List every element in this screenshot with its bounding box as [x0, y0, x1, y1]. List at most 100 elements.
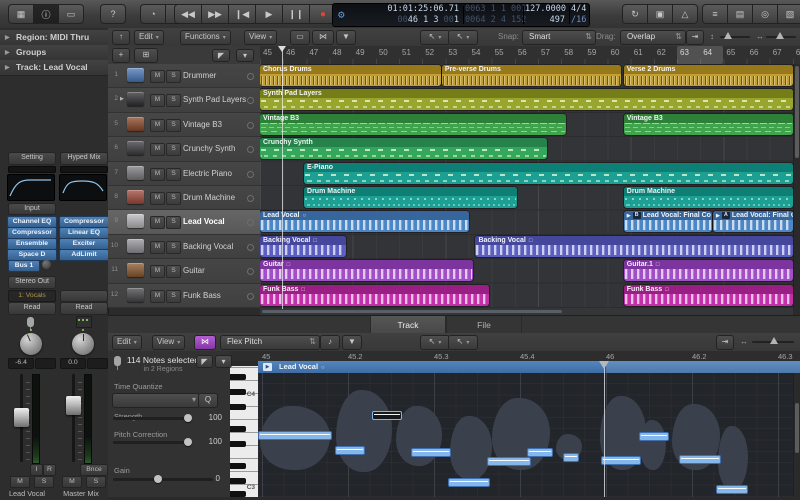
region-disclosure-icon[interactable]: ▶	[263, 363, 272, 371]
freeze-indicator-icon[interactable]	[247, 244, 254, 251]
view-menu[interactable]: View	[244, 30, 277, 45]
track-solo-button[interactable]: S	[166, 216, 181, 229]
add-track-button[interactable]: +	[112, 48, 130, 63]
scrollbar-thumb[interactable]	[795, 403, 799, 453]
input-slot[interactable]: Input	[8, 203, 56, 215]
track-header-crunchy-synth[interactable]: 6MSCrunchy Synth	[108, 137, 260, 161]
input-monitor-button[interactable]: I	[30, 464, 43, 476]
lcd-display[interactable]: ⚙ 01:01:25:06.71 0046 1 3 001 0063 1 1 0…	[332, 3, 590, 27]
freeze-indicator-icon[interactable]	[247, 268, 254, 275]
editor-region-header[interactable]: ▶ Lead Vocal○	[258, 361, 800, 373]
send-bus-button[interactable]: Bus 1	[8, 260, 40, 272]
flex-pitch-note[interactable]	[716, 485, 748, 494]
left-click-tool-menu[interactable]: ↖	[420, 30, 450, 45]
strength-slider-knob[interactable]	[184, 414, 192, 422]
group-slot[interactable]: 1: Vocals	[8, 290, 56, 302]
region-funk-bass[interactable]: Funk Bass□	[260, 285, 489, 306]
track-mute-button[interactable]: M	[150, 241, 165, 254]
flex-pitch-note[interactable]	[258, 431, 332, 440]
region-lead-vocal[interactable]: Lead Vocal○	[260, 211, 469, 232]
freeze-indicator-icon[interactable]	[247, 293, 254, 300]
output-eq-thumbnail[interactable]	[59, 174, 107, 201]
region-lead-vocal-final-co[interactable]: ▶BLead Vocal: Final Co	[624, 211, 712, 232]
track-solo-button[interactable]: S	[166, 168, 181, 181]
flex-pitch-note[interactable]	[487, 457, 531, 466]
gain-slider-knob[interactable]	[154, 475, 162, 483]
editor-zoom-thumb[interactable]	[770, 337, 778, 344]
track-mute-button[interactable]: M	[150, 192, 165, 205]
flex-mode-dropdown[interactable]: Flex Pitch⇅	[220, 335, 320, 350]
volume-fader[interactable]	[14, 408, 29, 427]
output-setting-button[interactable]: Hyped Mix	[60, 152, 108, 165]
tab-file[interactable]: File	[446, 316, 522, 334]
smart-controls-button[interactable]: ◔	[140, 4, 166, 24]
editor-command-click-tool-menu[interactable]: ↖	[448, 335, 478, 350]
quick-help-button[interactable]: ?	[100, 4, 126, 24]
output-automation-mode-button[interactable]: Read	[60, 302, 108, 315]
editor-vertical-scrollbar[interactable]	[793, 373, 800, 497]
scrollbar-thumb[interactable]	[262, 310, 562, 313]
rewind-button[interactable]: ◀◀	[174, 4, 202, 24]
black-key[interactable]	[230, 463, 246, 469]
freeze-indicator-icon[interactable]	[247, 97, 254, 104]
flex-pitch-note[interactable]	[639, 432, 669, 441]
browsers-button[interactable]: ▧	[778, 4, 800, 24]
record-enable-button[interactable]: R	[43, 464, 56, 476]
track-header-vintage-b3[interactable]: 5MSVintage B3	[108, 113, 260, 137]
track-mute-button[interactable]: M	[150, 143, 165, 156]
region-guitar-1[interactable]: Guitar.1□	[624, 260, 793, 281]
flex-pitch-note[interactable]	[679, 455, 721, 464]
edit-menu[interactable]: Edit	[134, 30, 164, 45]
track-solo-button[interactable]: S	[166, 119, 181, 132]
flex-button[interactable]: ⋈	[312, 30, 334, 45]
track-solo-button[interactable]: S	[166, 70, 181, 83]
track-lanes[interactable]: Chorus DrumsPre-verse DrumsVerse 2 Drums…	[260, 64, 793, 308]
editor-local-hide-button[interactable]: ▾	[215, 355, 232, 368]
track-solo-button[interactable]: S	[166, 265, 181, 278]
playhead[interactable]	[282, 46, 283, 309]
region-vintage-b3[interactable]: Vintage B3	[624, 114, 793, 135]
editor-left-click-tool-menu[interactable]: ↖	[420, 335, 450, 350]
forward-button[interactable]: ▶▶	[202, 4, 229, 24]
catch-playhead-button[interactable]: ⇥	[686, 30, 704, 45]
editor-filter-button[interactable]: ▼	[342, 335, 362, 350]
eq-thumbnail[interactable]	[7, 174, 55, 201]
track-mute-button[interactable]: M	[150, 290, 165, 303]
mute-button[interactable]: M	[10, 476, 30, 488]
track-solo-button[interactable]: S	[166, 241, 181, 254]
region-inspector-header[interactable]: Region: MIDI Thru	[0, 30, 108, 46]
track-mute-button[interactable]: M	[150, 265, 165, 278]
marquee-tool-button[interactable]: ▭	[290, 30, 310, 45]
scroll-to-selection-button[interactable]: ↑	[112, 30, 130, 45]
region-drum-machine[interactable]: Drum Machine	[624, 187, 793, 208]
track-solo-button[interactable]: S	[166, 143, 181, 156]
black-key[interactable]	[230, 374, 246, 380]
freeze-indicator-icon[interactable]	[247, 219, 254, 226]
track-header-synth-pad-layers[interactable]: 2▶MSSynth Pad Layers	[108, 88, 260, 112]
editor-local-menu-button[interactable]: ◤	[196, 355, 213, 368]
library-button[interactable]: ▦	[8, 4, 34, 24]
track-mute-button[interactable]: M	[150, 94, 165, 107]
q-apply-button[interactable]: Q	[198, 393, 218, 408]
region-crunchy-synth[interactable]: Crunchy Synth	[260, 138, 547, 159]
track-solo-button[interactable]: S	[166, 94, 181, 107]
autopunch-button[interactable]: ▣	[648, 4, 673, 24]
editor-catch-playhead-button[interactable]: ⇥	[716, 335, 734, 350]
tab-track[interactable]: Track	[370, 316, 446, 334]
freeze-indicator-icon[interactable]	[247, 146, 254, 153]
lcd-settings-gear-icon[interactable]: ⚙	[338, 8, 345, 21]
strength-slider[interactable]	[113, 417, 191, 420]
track-header-electric-piano[interactable]: 7MSElectric Piano	[108, 162, 260, 186]
track-header-backing-vocal[interactable]: 10MSBacking Vocal	[108, 235, 260, 259]
track-hide-button[interactable]: ▾	[236, 49, 254, 62]
editor-playhead-marker[interactable]	[599, 361, 609, 369]
tracks-horizontal-scrollbar[interactable]	[260, 308, 793, 315]
flex-pitch-note[interactable]	[372, 411, 402, 420]
bar-ruler[interactable]: 4546474849505152535455565758596061626364…	[260, 46, 800, 65]
track-filter-button[interactable]: ▼	[336, 30, 356, 45]
track-header-funk-bass[interactable]: 12MSFunk Bass	[108, 284, 260, 308]
track-mute-button[interactable]: M	[150, 216, 165, 229]
vertical-zoom-thumb[interactable]	[724, 32, 732, 39]
black-key[interactable]	[230, 404, 246, 410]
send-level-knob[interactable]	[42, 260, 51, 269]
